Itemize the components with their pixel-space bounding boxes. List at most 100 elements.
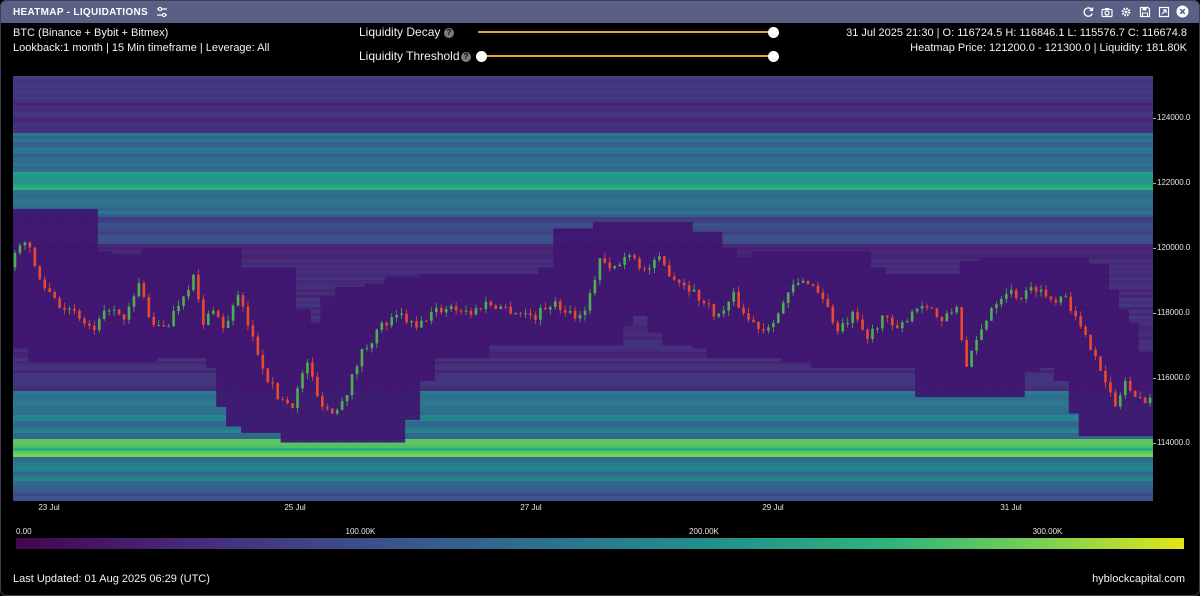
candle-body xyxy=(920,306,924,309)
heat-row xyxy=(13,445,1153,449)
swept-liquidity-zone xyxy=(1118,309,1129,437)
candle-body xyxy=(1039,289,1043,292)
candle-body xyxy=(1049,296,1053,300)
swept-liquidity-zone xyxy=(840,251,857,368)
swept-liquidity-zone xyxy=(1053,257,1070,381)
heat-row xyxy=(13,418,1153,422)
refresh-icon[interactable] xyxy=(1081,5,1094,18)
heat-row xyxy=(13,85,1153,89)
candle-body xyxy=(945,313,949,321)
swept-liquidity-zone xyxy=(568,228,584,346)
candle-body xyxy=(722,310,726,314)
liquidity-decay-slider-handle[interactable] xyxy=(768,27,779,38)
candle-body xyxy=(430,312,433,321)
candle-body xyxy=(539,307,542,320)
heat-row xyxy=(13,412,1153,416)
heat-row xyxy=(13,163,1153,167)
candle-body xyxy=(891,317,894,326)
swept-liquidity-zone xyxy=(1088,264,1100,437)
gear-icon[interactable] xyxy=(1119,5,1132,18)
liquidity-decay-slider-track[interactable] xyxy=(478,31,773,33)
camera-icon[interactable] xyxy=(1100,5,1113,18)
candle-body xyxy=(380,322,384,330)
candle-body xyxy=(950,312,954,314)
candle-body xyxy=(717,313,721,317)
candle-body xyxy=(291,403,294,409)
threshold-help-icon[interactable]: ? xyxy=(461,52,471,62)
candle-body xyxy=(687,285,691,292)
candle-body xyxy=(340,401,344,410)
candle-body xyxy=(271,382,275,384)
price-tick-label: 114000.0 xyxy=(1153,437,1190,447)
candle-body xyxy=(553,301,557,307)
candle-body xyxy=(995,304,998,309)
candle-body xyxy=(1084,326,1087,335)
candle-body xyxy=(1009,290,1013,294)
candle-body xyxy=(499,306,503,309)
swept-liquidity-zone xyxy=(929,273,946,398)
colorbar-tick-label: 200.00K xyxy=(689,527,719,536)
swept-liquidity-zone xyxy=(320,296,336,443)
swept-liquidity-zone xyxy=(553,228,569,346)
candle-body xyxy=(930,307,934,309)
candle-body xyxy=(796,282,800,285)
candle-body xyxy=(905,321,909,323)
candle-body xyxy=(147,296,151,317)
heat-row xyxy=(13,397,1153,401)
candle-body xyxy=(1024,290,1028,299)
heat-row xyxy=(13,166,1153,170)
swept-liquidity-zone xyxy=(335,286,351,443)
heat-row xyxy=(13,151,1153,155)
swept-liquidity-zone xyxy=(1098,264,1109,437)
candle-body xyxy=(23,242,27,246)
candle-body xyxy=(603,258,607,263)
heat-row xyxy=(13,121,1153,125)
swept-liquidity-zone xyxy=(97,251,113,362)
candle-body xyxy=(866,329,869,339)
candle-body xyxy=(321,396,324,407)
candle-body xyxy=(613,266,617,269)
price-tick-label: 120000.0 xyxy=(1152,242,1191,252)
liquidation-heatmap-plot[interactable] xyxy=(13,76,1153,501)
close-icon[interactable] xyxy=(1176,5,1189,18)
date-tick-label: 29 Jul xyxy=(762,503,784,512)
swept-liquidity-zone xyxy=(994,257,1010,398)
swept-liquidity-zone xyxy=(156,247,173,359)
heat-row xyxy=(13,97,1153,101)
swept-liquidity-zone xyxy=(662,221,678,346)
candle-body xyxy=(390,317,393,326)
candle-body xyxy=(598,258,602,280)
window-title: HEATMAP - LIQUIDATIONS xyxy=(13,6,148,18)
decay-help-icon[interactable]: ? xyxy=(444,28,454,38)
candle-body xyxy=(286,399,289,404)
candle-body xyxy=(439,307,443,313)
heat-row xyxy=(13,193,1153,197)
liquidity-threshold-slider-track[interactable] xyxy=(481,55,773,57)
expand-icon[interactable] xyxy=(1157,5,1170,18)
candle-body xyxy=(13,252,17,268)
candle-body xyxy=(791,284,795,293)
candle-body xyxy=(365,348,369,350)
candle-body xyxy=(73,308,76,311)
heat-row xyxy=(13,463,1153,467)
heat-row xyxy=(13,457,1153,461)
swept-liquidity-zone xyxy=(473,273,490,359)
heat-row xyxy=(13,490,1153,494)
swept-liquidity-zone xyxy=(1068,257,1080,414)
liquidity-threshold-max-handle[interactable] xyxy=(768,51,779,62)
liquidity-threshold-min-handle[interactable] xyxy=(476,51,487,62)
heatmap-price-readout: Heatmap Price: 121200.0 - 121300.0 | Liq… xyxy=(910,42,1187,54)
colorbar-tick-label: 100.00K xyxy=(345,527,376,536)
candle-body xyxy=(955,306,959,313)
candle-body xyxy=(573,310,577,319)
save-icon[interactable] xyxy=(1138,5,1151,18)
candle-body xyxy=(648,268,651,270)
candle-body xyxy=(370,343,374,349)
candle-body xyxy=(1014,290,1018,298)
candle-body xyxy=(856,311,859,320)
candle-body xyxy=(737,291,740,308)
tune-settings-icon[interactable] xyxy=(156,6,168,18)
swept-liquidity-zone xyxy=(27,209,44,362)
candle-body xyxy=(663,256,666,266)
heat-row xyxy=(13,430,1153,434)
